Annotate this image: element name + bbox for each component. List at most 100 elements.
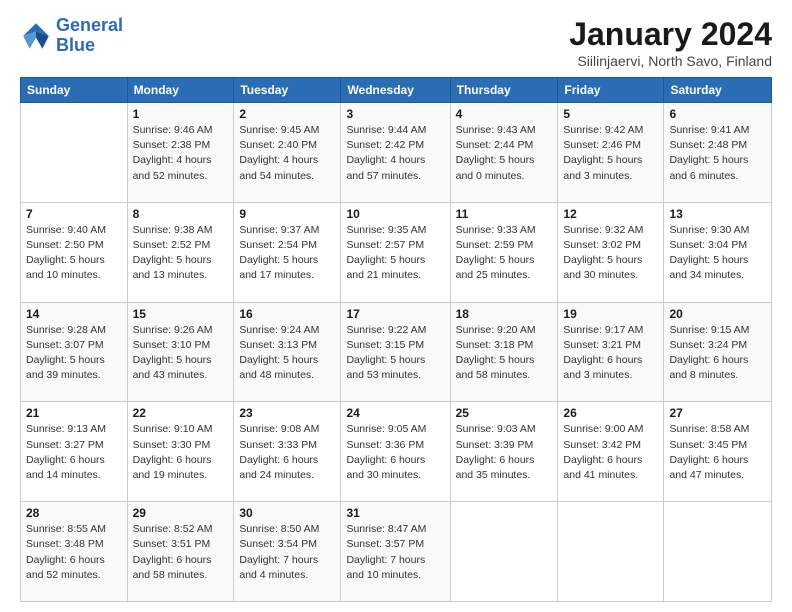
logo-text: General Blue [56,16,123,56]
day-number: 12 [563,207,658,221]
calendar-cell: 27Sunrise: 8:58 AM Sunset: 3:45 PM Dayli… [664,402,772,502]
day-info: Sunrise: 9:08 AM Sunset: 3:33 PM Dayligh… [239,422,335,483]
calendar-cell: 6 Sunrise: 9:41 AM Sunset: 2:48 PM Daylig… [664,103,772,203]
day-number: 25 [456,406,553,420]
calendar-cell: 4 Sunrise: 9:43 AM Sunset: 2:44 PM Daylig… [450,103,558,203]
day-number: 16 [239,307,335,321]
day-number: 23 [239,406,335,420]
day-info: Sunrise: 8:58 AM Sunset: 3:45 PM Dayligh… [669,422,766,483]
header-saturday: Saturday [664,78,772,103]
calendar-cell: 14 Sunrise: 9:28 AM Sunset: 3:07 PM Dayli… [21,302,128,402]
day-info: Sunrise: 9:26 AM Sunset: 3:10 PM Dayligh… [133,323,229,384]
calendar-cell [558,502,664,602]
day-info: Sunrise: 9:37 AM Sunset: 2:54 PM Dayligh… [239,223,335,284]
calendar-cell: 12 Sunrise: 9:32 AM Sunset: 3:02 PM Dayli… [558,202,664,302]
day-info: Sunrise: 9:46 AM Sunset: 2:38 PM Dayligh… [133,123,229,184]
week-row-2: 14 Sunrise: 9:28 AM Sunset: 3:07 PM Dayli… [21,302,772,402]
day-info: Sunrise: 9:24 AM Sunset: 3:13 PM Dayligh… [239,323,335,384]
calendar-cell: 16 Sunrise: 9:24 AM Sunset: 3:13 PM Dayli… [234,302,341,402]
calendar-cell: 5 Sunrise: 9:42 AM Sunset: 2:46 PM Daylig… [558,103,664,203]
day-number: 4 [456,107,553,121]
day-info: Sunrise: 9:43 AM Sunset: 2:44 PM Dayligh… [456,123,553,184]
day-info: Sunrise: 9:38 AM Sunset: 2:52 PM Dayligh… [133,223,229,284]
day-number: 22 [133,406,229,420]
calendar-cell: 29Sunrise: 8:52 AM Sunset: 3:51 PM Dayli… [127,502,234,602]
calendar-cell: 7Sunrise: 9:40 AM Sunset: 2:50 PM Daylig… [21,202,128,302]
calendar-header: SundayMondayTuesdayWednesdayThursdayFrid… [21,78,772,103]
calendar-cell: 25 Sunrise: 9:03 AM Sunset: 3:39 PM Dayli… [450,402,558,502]
day-number: 19 [563,307,658,321]
calendar-cell: 23 Sunrise: 9:08 AM Sunset: 3:33 PM Dayli… [234,402,341,502]
day-number: 28 [26,506,122,520]
day-info: Sunrise: 8:55 AM Sunset: 3:48 PM Dayligh… [26,522,122,583]
header-tuesday: Tuesday [234,78,341,103]
day-number: 8 [133,207,229,221]
calendar-cell: 18 Sunrise: 9:20 AM Sunset: 3:18 PM Dayli… [450,302,558,402]
header: General Blue January 2024 Siilinjaervi, … [20,16,772,69]
day-info: Sunrise: 9:13 AM Sunset: 3:27 PM Dayligh… [26,422,122,483]
calendar-cell: 10Sunrise: 9:35 AM Sunset: 2:57 PM Dayli… [341,202,450,302]
day-info: Sunrise: 9:22 AM Sunset: 3:15 PM Dayligh… [346,323,444,384]
day-info: Sunrise: 9:20 AM Sunset: 3:18 PM Dayligh… [456,323,553,384]
day-number: 7 [26,207,122,221]
week-row-1: 7Sunrise: 9:40 AM Sunset: 2:50 PM Daylig… [21,202,772,302]
day-info: Sunrise: 9:45 AM Sunset: 2:40 PM Dayligh… [239,123,335,184]
subtitle: Siilinjaervi, North Savo, Finland [569,53,772,69]
calendar-cell: 26Sunrise: 9:00 AM Sunset: 3:42 PM Dayli… [558,402,664,502]
day-number: 2 [239,107,335,121]
day-info: Sunrise: 9:10 AM Sunset: 3:30 PM Dayligh… [133,422,229,483]
calendar-cell: 13 Sunrise: 9:30 AM Sunset: 3:04 PM Dayli… [664,202,772,302]
day-info: Sunrise: 9:17 AM Sunset: 3:21 PM Dayligh… [563,323,658,384]
day-info: Sunrise: 9:42 AM Sunset: 2:46 PM Dayligh… [563,123,658,184]
page: General Blue January 2024 Siilinjaervi, … [0,0,792,612]
day-info: Sunrise: 9:33 AM Sunset: 2:59 PM Dayligh… [456,223,553,284]
day-number: 11 [456,207,553,221]
calendar-cell [450,502,558,602]
calendar-cell: 1 Sunrise: 9:46 AM Sunset: 2:38 PM Daylig… [127,103,234,203]
week-row-4: 28 Sunrise: 8:55 AM Sunset: 3:48 PM Dayli… [21,502,772,602]
day-number: 15 [133,307,229,321]
day-info: Sunrise: 9:32 AM Sunset: 3:02 PM Dayligh… [563,223,658,284]
calendar-cell: 21 Sunrise: 9:13 AM Sunset: 3:27 PM Dayli… [21,402,128,502]
day-number: 13 [669,207,766,221]
calendar-cell: 22 Sunrise: 9:10 AM Sunset: 3:30 PM Dayli… [127,402,234,502]
day-number: 3 [346,107,444,121]
day-info: Sunrise: 9:00 AM Sunset: 3:42 PM Dayligh… [563,422,658,483]
week-row-0: 1 Sunrise: 9:46 AM Sunset: 2:38 PM Daylig… [21,103,772,203]
calendar-cell: 24 Sunrise: 9:05 AM Sunset: 3:36 PM Dayli… [341,402,450,502]
day-number: 9 [239,207,335,221]
title-block: January 2024 Siilinjaervi, North Savo, F… [569,16,772,69]
day-info: Sunrise: 9:28 AM Sunset: 3:07 PM Dayligh… [26,323,122,384]
day-number: 6 [669,107,766,121]
calendar-cell: 9 Sunrise: 9:37 AM Sunset: 2:54 PM Daylig… [234,202,341,302]
header-wednesday: Wednesday [341,78,450,103]
day-info: Sunrise: 9:03 AM Sunset: 3:39 PM Dayligh… [456,422,553,483]
logo-icon [20,20,52,52]
day-number: 21 [26,406,122,420]
day-info: Sunrise: 9:44 AM Sunset: 2:42 PM Dayligh… [346,123,444,184]
day-info: Sunrise: 9:41 AM Sunset: 2:48 PM Dayligh… [669,123,766,184]
calendar-cell: 17Sunrise: 9:22 AM Sunset: 3:15 PM Dayli… [341,302,450,402]
calendar-cell: 3 Sunrise: 9:44 AM Sunset: 2:42 PM Daylig… [341,103,450,203]
day-number: 14 [26,307,122,321]
calendar-cell: 11 Sunrise: 9:33 AM Sunset: 2:59 PM Dayli… [450,202,558,302]
day-number: 10 [346,207,444,221]
header-friday: Friday [558,78,664,103]
calendar-cell: 2 Sunrise: 9:45 AM Sunset: 2:40 PM Daylig… [234,103,341,203]
header-monday: Monday [127,78,234,103]
week-row-3: 21 Sunrise: 9:13 AM Sunset: 3:27 PM Dayli… [21,402,772,502]
day-info: Sunrise: 8:50 AM Sunset: 3:54 PM Dayligh… [239,522,335,583]
day-info: Sunrise: 9:30 AM Sunset: 3:04 PM Dayligh… [669,223,766,284]
calendar-cell: 19 Sunrise: 9:17 AM Sunset: 3:21 PM Dayli… [558,302,664,402]
day-number: 5 [563,107,658,121]
main-title: January 2024 [569,16,772,53]
day-number: 24 [346,406,444,420]
calendar-cell: 30 Sunrise: 8:50 AM Sunset: 3:54 PM Dayli… [234,502,341,602]
day-number: 1 [133,107,229,121]
header-thursday: Thursday [450,78,558,103]
calendar-table: SundayMondayTuesdayWednesdayThursdayFrid… [20,77,772,602]
day-number: 30 [239,506,335,520]
logo-line2: Blue [56,35,95,55]
day-info: Sunrise: 9:05 AM Sunset: 3:36 PM Dayligh… [346,422,444,483]
day-number: 18 [456,307,553,321]
